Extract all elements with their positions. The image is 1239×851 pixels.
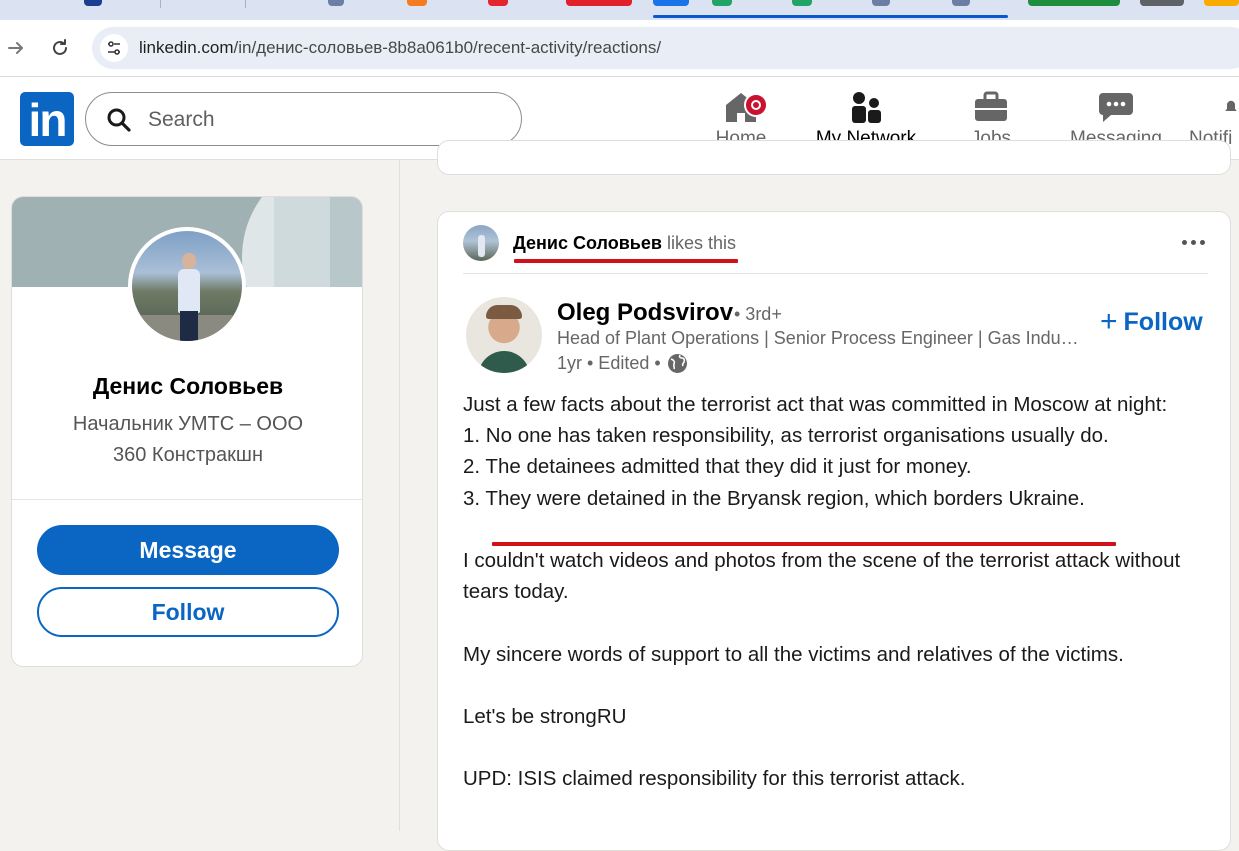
profile-avatar[interactable] xyxy=(128,227,246,345)
post-time: 1yr • Edited • xyxy=(557,353,661,373)
post-body-line: 1. No one has taken responsibility, as t… xyxy=(463,424,1109,448)
people-icon xyxy=(852,92,881,123)
browser-tab[interactable] xyxy=(653,0,689,6)
bell-icon xyxy=(1225,100,1237,111)
url-host: linkedin.com xyxy=(139,38,234,57)
dot-icon xyxy=(1199,239,1205,245)
browser-tab[interactable] xyxy=(792,0,812,6)
follow-button[interactable]: Follow xyxy=(37,587,339,637)
post-body-line: Let's be strongRU xyxy=(463,704,627,728)
author-headline: Head of Plant Operations | Senior Proces… xyxy=(557,328,1082,348)
address-bar[interactable]: linkedin.com/in/денис-соловьев-8b8a061b0… xyxy=(92,27,1239,69)
briefcase-icon xyxy=(975,91,1007,121)
post-body-line: 3. They were detained in the Bryansk reg… xyxy=(463,486,1085,510)
profile-headline: Начальник УМТС – ООО 360 Констракшн xyxy=(32,409,344,471)
browser-tab[interactable] xyxy=(952,0,970,6)
browser-tab[interactable] xyxy=(1204,0,1239,6)
post-card: Денис Соловьев likes this Oleg Podsvirov… xyxy=(437,211,1231,851)
post-body-line: My sincere words of support to all the v… xyxy=(463,642,1124,666)
divider xyxy=(12,499,362,500)
post-body-gap xyxy=(463,670,1208,701)
browser-tab[interactable] xyxy=(566,0,632,6)
url-path: /in/денис-соловьев-8b8a061b0/recent-acti… xyxy=(233,38,662,57)
browser-tab[interactable] xyxy=(84,0,102,6)
post-body-line: UPD: ISIS claimed responsibility for thi… xyxy=(463,767,966,791)
forward-button[interactable] xyxy=(0,32,32,64)
follow-author-button[interactable]: + Follow xyxy=(1100,304,1203,338)
profile-card: Денис Соловьев Начальник УМТС – ООО 360 … xyxy=(11,196,363,667)
post-body-line: I couldn't watch videos and photos from … xyxy=(463,549,1186,604)
follow-author-label: Follow xyxy=(1123,308,1203,336)
profile-headline-line2: 360 Констракшн xyxy=(113,444,263,466)
browser-tab[interactable] xyxy=(328,0,344,6)
profile-headline-line1: Начальник УМТС – ООО xyxy=(72,413,304,435)
chat-icon xyxy=(1099,93,1133,122)
browser-tab[interactable] xyxy=(1140,0,1184,6)
plus-icon: + xyxy=(1100,305,1118,338)
annotation-underline-context xyxy=(514,259,738,263)
tab-separator xyxy=(160,0,161,8)
url-text: linkedin.com/in/денис-соловьев-8b8a061b0… xyxy=(139,38,661,58)
context-user-name[interactable]: Денис Соловьев xyxy=(513,233,662,253)
post-context-text: Денис Соловьев likes this xyxy=(513,233,736,254)
author-degree: • 3rd+ xyxy=(734,304,782,324)
tab-separator xyxy=(245,0,246,8)
tune-icon xyxy=(108,41,120,55)
more-options-button[interactable] xyxy=(1178,230,1208,254)
active-tab-indicator xyxy=(653,15,1008,18)
post-body-line: 2. The detainees admitted that they did … xyxy=(463,455,972,479)
browser-tab-strip xyxy=(0,0,1239,20)
post-body-gap xyxy=(463,732,1208,763)
arrow-right-icon xyxy=(8,42,23,54)
search-placeholder: Search xyxy=(148,108,215,131)
notification-badge xyxy=(744,93,768,117)
browser-toolbar: linkedin.com/in/денис-соловьев-8b8a061b0… xyxy=(0,20,1239,77)
browser-tab[interactable] xyxy=(488,0,508,6)
context-avatar[interactable] xyxy=(463,225,499,261)
site-info-button[interactable] xyxy=(100,34,128,62)
post-body-gap xyxy=(463,607,1208,638)
globe-icon xyxy=(667,354,687,373)
author-avatar[interactable] xyxy=(466,297,542,373)
dot-icon xyxy=(1181,239,1187,245)
post-body: Just a few facts about the terrorist act… xyxy=(463,389,1208,795)
post-context-header: Денис Соловьев likes this xyxy=(463,224,1208,274)
dot-icon xyxy=(1190,239,1196,245)
profile-name[interactable]: Денис Соловьев xyxy=(12,373,362,400)
post-body-gap xyxy=(463,514,1208,545)
search-icon xyxy=(107,108,131,132)
browser-tab[interactable] xyxy=(872,0,890,6)
post-meta: 1yr • Edited • xyxy=(557,353,688,374)
context-action: likes this xyxy=(661,233,736,253)
browser-tab[interactable] xyxy=(407,0,427,6)
search-input[interactable]: Search xyxy=(85,92,522,146)
linkedin-logo[interactable]: in xyxy=(20,92,74,146)
author-name[interactable]: Oleg Podsvirov xyxy=(557,299,733,327)
message-button[interactable]: Message xyxy=(37,525,339,575)
browser-tab[interactable] xyxy=(712,0,732,6)
previous-post-card xyxy=(437,140,1231,175)
post-body-line: Just a few facts about the terrorist act… xyxy=(463,393,1168,416)
reload-button[interactable] xyxy=(44,32,76,64)
annotation-underline-bryansk xyxy=(492,542,1116,546)
reload-icon xyxy=(53,39,67,55)
browser-tab[interactable] xyxy=(1028,0,1120,6)
left-column: Денис Соловьев Начальник УМТС – ООО 360 … xyxy=(0,160,400,831)
